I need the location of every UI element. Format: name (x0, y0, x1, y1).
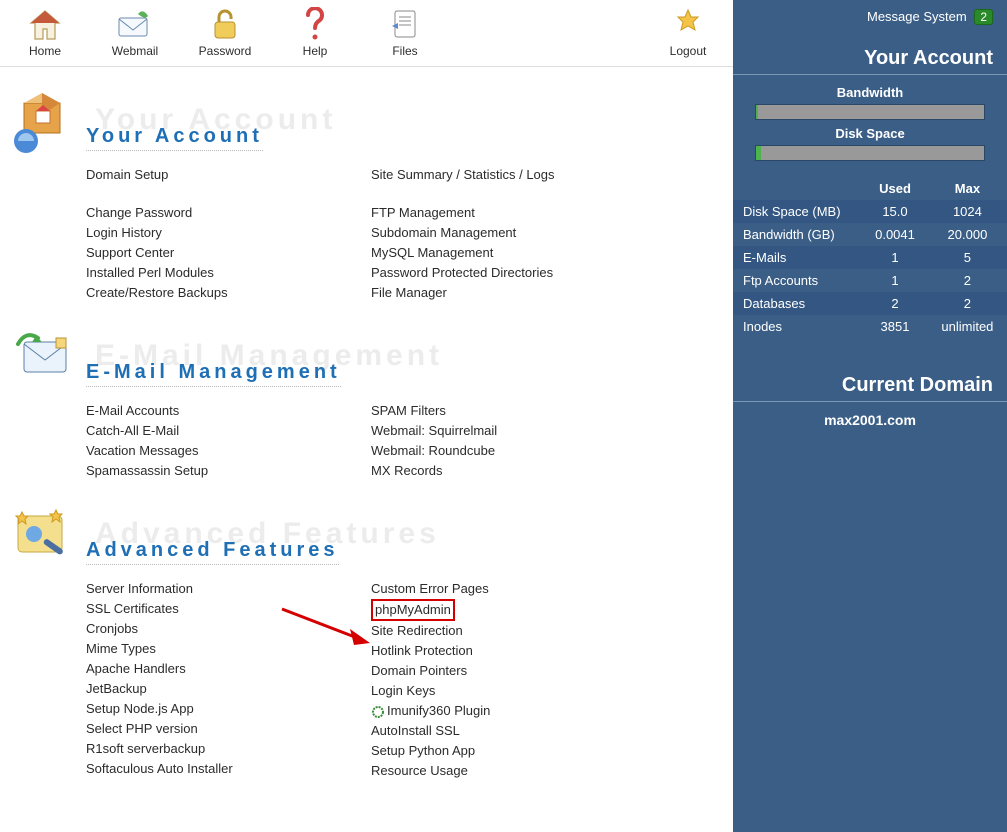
menu-link[interactable]: Setup Python App (371, 741, 656, 761)
bandwidth-bar (755, 104, 985, 120)
menu-link[interactable]: Support Center (86, 243, 371, 263)
home-icon (25, 8, 65, 42)
col-used: Used (862, 177, 928, 200)
menu-link[interactable]: Installed Perl Modules (86, 263, 371, 283)
menu-link[interactable]: File Manager (371, 283, 656, 303)
menu-link[interactable]: Apache Handlers (86, 659, 371, 679)
logout-icon (668, 8, 708, 42)
menu-link[interactable]: Spamassassin Setup (86, 461, 371, 481)
sidebar: Message System 2 Your Account Bandwidth … (733, 0, 1007, 832)
files-label: Files (360, 44, 450, 58)
top-toolbar: Home Webmail Password Help (0, 0, 733, 67)
menu-link[interactable]: Change Password (86, 203, 371, 223)
sidebar-heading-domain: Current Domain (733, 368, 1007, 402)
usage-table: Used Max Disk Space (MB)15.01024Bandwidt… (733, 177, 1007, 338)
usage-row: Disk Space (MB)15.01024 (733, 200, 1007, 223)
usage-row: E-Mails15 (733, 246, 1007, 269)
menu-link[interactable]: Password Protected Directories (371, 263, 656, 283)
menu-link[interactable]: MX Records (371, 461, 656, 481)
menu-link[interactable]: Vacation Messages (86, 441, 371, 461)
highlighted-link[interactable]: phpMyAdmin (371, 599, 455, 621)
menu-link[interactable]: Mime Types (86, 639, 371, 659)
files-icon (385, 8, 425, 42)
help-label: Help (270, 44, 360, 58)
menu-link[interactable]: Setup Node.js App (86, 699, 371, 719)
menu-link[interactable]: Hotlink Protection (371, 641, 656, 661)
webmail-button[interactable]: Webmail (90, 4, 180, 64)
menu-link[interactable]: AutoInstall SSL (371, 721, 656, 741)
password-label: Password (180, 44, 270, 58)
menu-link[interactable]: Subdomain Management (371, 223, 656, 243)
usage-row: Inodes3851unlimited (733, 315, 1007, 338)
menu-link[interactable]: Softaculous Auto Installer (86, 759, 371, 779)
diskspace-bar (755, 145, 985, 161)
menu-link[interactable]: Catch-All E-Mail (86, 421, 371, 441)
bandwidth-label: Bandwidth (733, 85, 1007, 100)
advanced-section-icon (10, 501, 80, 571)
menu-link[interactable]: Select PHP version (86, 719, 371, 739)
help-button[interactable]: Help (270, 4, 360, 64)
home-label: Home (0, 44, 90, 58)
menu-link[interactable]: Custom Error Pages (371, 579, 656, 599)
section-title: Your Account (86, 125, 263, 151)
menu-link[interactable]: Webmail: Roundcube (371, 441, 656, 461)
logout-button[interactable]: Logout (643, 4, 733, 64)
menu-link[interactable]: Cronjobs (86, 619, 371, 639)
imunify-icon (371, 705, 385, 719)
password-button[interactable]: Password (180, 4, 270, 64)
section-title: E-Mail Management (86, 361, 341, 387)
home-button[interactable]: Home (0, 4, 90, 64)
menu-link[interactable]: Webmail: Squirrelmail (371, 421, 656, 441)
menu-link[interactable]: Login History (86, 223, 371, 243)
help-icon (295, 8, 335, 42)
usage-row: Ftp Accounts12 (733, 269, 1007, 292)
diskspace-label: Disk Space (733, 126, 1007, 141)
menu-link[interactable]: Site Redirection (371, 621, 656, 641)
menu-link[interactable]: Login Keys (371, 681, 656, 701)
menu-link[interactable]: Domain Setup (86, 165, 371, 185)
menu-link[interactable]: Site Summary / Statistics / Logs (371, 165, 656, 185)
col-max: Max (928, 177, 1007, 200)
webmail-icon (115, 8, 155, 42)
email-section-icon (10, 323, 80, 393)
password-icon (205, 8, 245, 42)
menu-link[interactable]: Resource Usage (371, 761, 656, 781)
section-email: E-Mail Management E-Mail Management E-Ma… (0, 323, 733, 481)
usage-row: Databases22 (733, 292, 1007, 315)
logout-label: Logout (643, 44, 733, 58)
section-title: Advanced Features (86, 539, 339, 565)
menu-link[interactable]: JetBackup (86, 679, 371, 699)
menu-link[interactable]: Domain Pointers (371, 661, 656, 681)
menu-link[interactable]: MySQL Management (371, 243, 656, 263)
menu-link[interactable]: R1soft serverbackup (86, 739, 371, 759)
menu-link[interactable]: phpMyAdmin (371, 599, 656, 621)
account-section-icon (10, 87, 80, 157)
menu-link[interactable]: Create/Restore Backups (86, 283, 371, 303)
message-system-link[interactable]: Message System (867, 9, 967, 24)
menu-link[interactable]: SSL Certificates (86, 599, 371, 619)
webmail-label: Webmail (90, 44, 180, 58)
section-your-account: Your Account Your Account Domain SetupCh… (0, 87, 733, 303)
current-domain-value: max2001.com (733, 412, 1007, 428)
menu-link[interactable]: FTP Management (371, 203, 656, 223)
menu-link[interactable]: SPAM Filters (371, 401, 656, 421)
menu-link[interactable]: Imunify360 Plugin (371, 701, 656, 721)
sidebar-heading-account: Your Account (733, 41, 1007, 75)
files-button[interactable]: Files (360, 4, 450, 64)
menu-link[interactable]: E-Mail Accounts (86, 401, 371, 421)
message-count-badge: 2 (974, 9, 993, 25)
menu-link[interactable]: Server Information (86, 579, 371, 599)
usage-row: Bandwidth (GB)0.004120.000 (733, 223, 1007, 246)
section-advanced: Advanced Features Advanced Features Serv… (0, 501, 733, 781)
